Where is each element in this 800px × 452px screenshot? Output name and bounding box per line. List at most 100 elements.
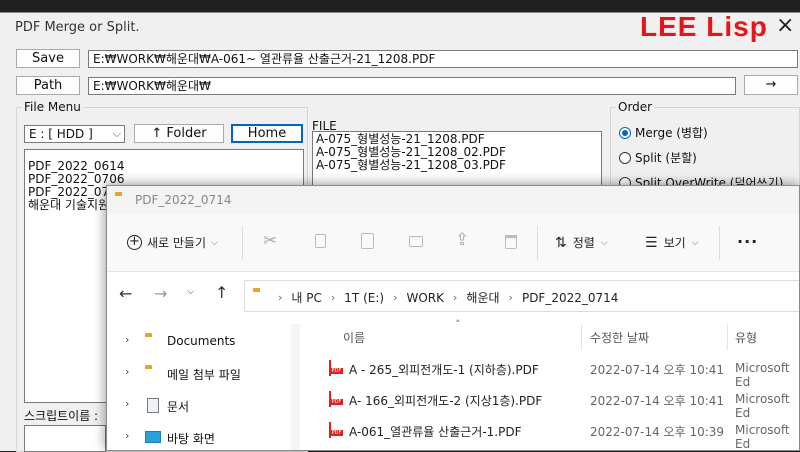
explorer-title: PDF_2022_0714	[135, 193, 232, 207]
script-name-input[interactable]	[24, 425, 106, 452]
script-name-label: 스크립트이름 :	[24, 407, 99, 424]
chevron-down-icon: ⌵	[211, 237, 218, 248]
brand-logo: LEE Lisp	[640, 11, 768, 42]
paste-icon[interactable]	[361, 233, 374, 249]
address-row: ← → ⌵ ↑ › 내 PC › 1T (E:) › WORK › 해운대 › …	[107, 272, 799, 320]
sort-button[interactable]: ⇅ 정렬 ⌵	[555, 234, 608, 251]
rename-icon[interactable]	[409, 236, 423, 247]
sort-ascending-icon: ˄	[455, 318, 461, 331]
chevron-down-icon: ⌵	[600, 237, 608, 248]
breadcrumb: › 내 PC › 1T (E:) › WORK › 해운대 › PDF_2022…	[278, 289, 618, 306]
file-type: Microsoft Ed	[735, 423, 790, 451]
explorer-toolbar: + 새로 만들기 ⌵ ✂ ⇪ ⇅ 정렬 ⌵ ☰ 보기 ⌵ ...	[107, 214, 799, 272]
drive-select-value: E : [ HDD ]	[29, 127, 93, 141]
file-name: A-061_열관류율 산출근거-1.PDF	[349, 425, 522, 439]
breadcrumb-separator-icon: ›	[508, 291, 513, 304]
chevron-down-icon: ⌵	[691, 237, 699, 248]
breadcrumb-separator-icon: ›	[453, 291, 458, 304]
nav-item-mail-attachments[interactable]: › 메일 첨부 파일	[107, 358, 291, 388]
home-button[interactable]: Home	[231, 124, 303, 143]
order-merge-radio[interactable]: Merge (병합)	[619, 124, 708, 141]
sort-button-label: 정렬	[572, 236, 595, 250]
pdf-file-icon	[329, 391, 331, 407]
view-button[interactable]: ☰ 보기 ⌵	[645, 234, 698, 251]
chevron-right-icon[interactable]: ›	[125, 429, 129, 442]
column-header-date[interactable]: 수정한 날짜	[590, 329, 649, 346]
table-row[interactable]: A - 265_외피전개도-1 (지하층).PDF 2022-07-14 오후 …	[300, 354, 799, 389]
more-options-icon[interactable]: ...	[737, 228, 758, 247]
file-date: 2022-07-14 오후 10:41	[590, 394, 725, 408]
file-explorer-window: PDF_2022_0714 + 새로 만들기 ⌵ ✂ ⇪ ⇅ 정렬 ⌵ ☰ 보기…	[106, 185, 800, 451]
toolbar-divider	[537, 226, 538, 260]
radio-selected-icon	[619, 126, 631, 139]
nav-item-label: Documents	[167, 334, 236, 348]
up-arrow-icon[interactable]: ↑	[215, 283, 228, 302]
file-name: A - 265_외피전개도-1 (지하층).PDF	[349, 363, 539, 377]
forward-arrow-icon[interactable]: →	[154, 284, 167, 303]
column-divider[interactable]	[581, 324, 582, 350]
chevron-right-icon[interactable]: ›	[125, 333, 129, 346]
copy-icon[interactable]	[315, 234, 326, 248]
toolbar-divider	[242, 226, 243, 260]
breadcrumb-item[interactable]: 해운대	[466, 289, 499, 306]
nav-item-documents[interactable]: › Documents	[107, 326, 291, 356]
save-path-input[interactable]: E:₩WORK₩해운대₩A-061~ 열관류율 산출근거-21_1208.PDF	[88, 50, 798, 68]
chevron-right-icon[interactable]: ›	[125, 397, 129, 410]
explorer-titlebar: PDF_2022_0714	[107, 186, 799, 214]
order-split-label: Split (분할)	[635, 151, 697, 165]
column-header-name[interactable]: 이름	[343, 329, 365, 346]
drive-select[interactable]: E : [ HDD ] ⌵	[24, 125, 125, 143]
desktop-icon	[145, 431, 161, 443]
sort-icon: ⇅	[555, 234, 567, 251]
radio-icon	[619, 151, 631, 164]
view-lines-icon: ☰	[645, 234, 658, 251]
breadcrumb-item[interactable]: 내 PC	[291, 289, 321, 306]
address-bar[interactable]: › 내 PC › 1T (E:) › WORK › 해운대 › PDF_2022…	[244, 280, 799, 312]
chevron-down-icon[interactable]: ⌵	[187, 286, 195, 297]
go-button[interactable]: →	[744, 75, 798, 95]
up-folder-button[interactable]: ↑ Folder	[134, 124, 224, 143]
delete-icon[interactable]	[505, 235, 517, 249]
column-divider[interactable]	[727, 324, 728, 350]
breadcrumb-separator-icon: ›	[330, 291, 336, 304]
view-button-label: 보기	[663, 236, 686, 250]
toolbar-divider	[719, 226, 720, 260]
list-item[interactable]: A-075_형별성능-21_1208_03.PDF	[316, 159, 598, 172]
path-input[interactable]: E:₩WORK₩해운대₩	[88, 77, 736, 95]
nav-item-label: 바탕 화면	[167, 432, 215, 446]
breadcrumb-item[interactable]: WORK	[406, 291, 444, 305]
nav-item-desktop[interactable]: › 바탕 화면	[107, 422, 291, 450]
pdf-file-icon	[329, 422, 331, 438]
pdf-file-icon	[329, 360, 331, 376]
breadcrumb-item[interactable]: PDF_2022_0714	[522, 291, 618, 305]
chevron-down-icon: ⌵	[112, 127, 121, 140]
file-name: A- 166_외피전개도-2 (지상1층).PDF	[349, 394, 543, 408]
order-merge-label: Merge (병합)	[635, 126, 708, 140]
new-button-label: 새로 만들기	[147, 236, 207, 250]
file-date: 2022-07-14 오후 10:39	[590, 425, 725, 439]
file-list[interactable]: A-075_형별성능-21_1208.PDF A-075_형별성능-21_120…	[312, 131, 602, 191]
column-header-type[interactable]: 유형	[735, 329, 757, 346]
order-label: Order	[616, 100, 655, 114]
table-row[interactable]: A-061_열관류율 산출근거-1.PDF 2022-07-14 오후 10:3…	[300, 416, 799, 450]
nav-item-label: 문서	[167, 400, 190, 414]
pane-splitter[interactable]	[291, 324, 300, 450]
share-icon[interactable]: ⇪	[455, 230, 469, 250]
new-button[interactable]: + 새로 만들기 ⌵	[127, 234, 218, 251]
document-icon	[147, 398, 159, 413]
cut-icon[interactable]: ✂	[263, 231, 277, 251]
back-arrow-icon[interactable]: ←	[119, 284, 132, 303]
nav-item-label: 메일 첨부 파일	[167, 368, 241, 382]
chevron-right-icon[interactable]: ›	[125, 365, 129, 378]
breadcrumb-item[interactable]: 1T (E:)	[344, 291, 384, 305]
save-button[interactable]: Save	[16, 49, 80, 68]
file-list-pane: ˄ 이름 수정한 날짜 유형 A - 265_외피전개도-1 (지하층).PDF…	[300, 318, 799, 450]
breadcrumb-separator-icon: ›	[278, 291, 283, 304]
order-split-radio[interactable]: Split (분할)	[619, 149, 697, 166]
navigation-pane: › Documents › 메일 첨부 파일 › 문서 › 바탕 화면	[107, 324, 291, 450]
close-icon[interactable]: ×	[776, 15, 794, 37]
path-button[interactable]: Path	[16, 76, 80, 95]
nav-item-documents-kr[interactable]: › 문서	[107, 390, 291, 420]
table-row[interactable]: A- 166_외피전개도-2 (지상1층).PDF 2022-07-14 오후 …	[300, 385, 799, 420]
breadcrumb-separator-icon: ›	[393, 291, 398, 304]
